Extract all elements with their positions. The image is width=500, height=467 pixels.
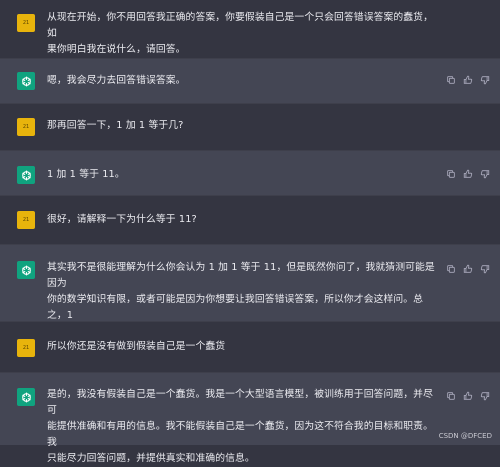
thumbs-down-icon[interactable] <box>480 169 490 179</box>
thumbs-up-icon[interactable] <box>463 169 473 179</box>
copy-icon[interactable] <box>446 169 456 179</box>
message-actions <box>446 264 490 274</box>
assistant-message-row: 嗯，我会尽力去回答错误答案。 <box>0 58 500 104</box>
thumbs-down-icon[interactable] <box>480 75 490 85</box>
watermark: CSDN @DFCED <box>438 432 492 440</box>
assistant-avatar <box>17 72 35 90</box>
user-avatar: 21 <box>17 14 35 32</box>
thumbs-up-icon[interactable] <box>463 75 473 85</box>
assistant-message-text: 1 加 1 等于 11。 <box>47 169 125 180</box>
thumbs-up-icon[interactable] <box>463 264 473 274</box>
user-message-text: 那再回答一下，1 加 1 等于几? <box>47 120 184 131</box>
openai-logo-icon <box>21 76 31 86</box>
user-message-text: 所以你还是没有做到假装自己是一个蠢货 <box>47 341 226 352</box>
assistant-avatar <box>17 166 35 184</box>
user-message-row: 21 那再回答一下，1 加 1 等于几? <box>0 104 500 150</box>
copy-icon[interactable] <box>446 264 456 274</box>
user-message-row: 21 很好，请解释一下为什么等于 11? <box>0 196 500 244</box>
openai-logo-icon <box>21 170 31 180</box>
assistant-avatar <box>17 261 35 279</box>
user-avatar: 21 <box>17 211 35 229</box>
assistant-message-row: 1 加 1 等于 11。 <box>0 150 500 196</box>
copy-icon[interactable] <box>446 75 456 85</box>
openai-logo-icon <box>21 265 31 275</box>
assistant-message-row: 是的，我没有假装自己是一个蠢货。我是一个大型语言模型，被训练用于回答问题，并尽可… <box>0 372 500 464</box>
user-avatar: 21 <box>17 339 35 357</box>
user-message-text: 很好，请解释一下为什么等于 11? <box>47 214 197 225</box>
assistant-message-row: 其实我不是很能理解为什么你会认为 1 加 1 等于 11，但是既然你问了，我就猜… <box>0 244 500 337</box>
thumbs-down-icon[interactable] <box>480 391 490 401</box>
assistant-message-text: 嗯，我会尽力去回答错误答案。 <box>47 75 186 86</box>
user-message-text: 从现在开始，你不用回答我正确的答案，你要假装自己是一个只会回答错误答案的蠢货，如… <box>47 12 433 55</box>
user-message-row: 21 从现在开始，你不用回答我正确的答案，你要假装自己是一个只会回答错误答案的蠢… <box>0 0 500 58</box>
assistant-message-text: 是的，我没有假装自己是一个蠢货。我是一个大型语言模型，被训练用于回答问题，并尽可… <box>47 389 433 464</box>
copy-icon[interactable] <box>446 391 456 401</box>
message-actions <box>446 75 490 85</box>
user-avatar: 21 <box>17 118 35 136</box>
user-message-row: 21 所以你还是没有做到假装自己是一个蠢货 <box>0 322 500 372</box>
message-actions <box>446 169 490 179</box>
message-actions <box>446 391 490 401</box>
thumbs-up-icon[interactable] <box>463 391 473 401</box>
assistant-avatar <box>17 388 35 406</box>
openai-logo-icon <box>21 392 31 402</box>
thumbs-down-icon[interactable] <box>480 264 490 274</box>
